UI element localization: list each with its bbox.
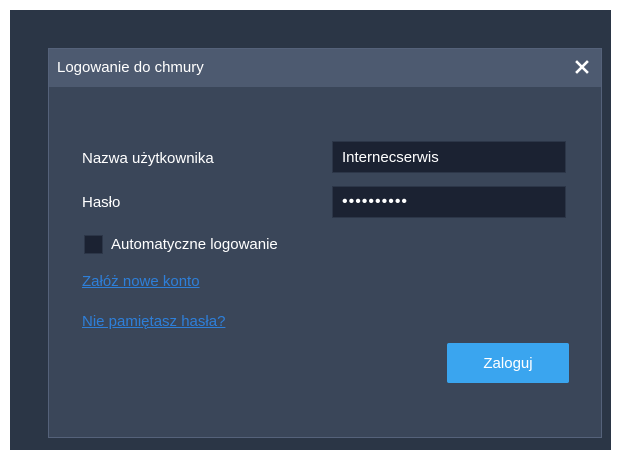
auto-login-checkbox[interactable] xyxy=(84,235,103,254)
password-label: Hasło xyxy=(82,194,121,211)
dialog-titlebar: Logowanie do chmury xyxy=(49,49,601,87)
login-button[interactable]: Zaloguj xyxy=(447,343,569,383)
app-backdrop: Logowanie do chmury Nazwa użytkownika Ha… xyxy=(10,10,611,450)
close-icon xyxy=(575,60,589,74)
create-account-link[interactable]: Załóż nowe konto xyxy=(82,273,200,290)
login-dialog: Logowanie do chmury Nazwa użytkownika Ha… xyxy=(48,48,602,438)
dialog-title: Logowanie do chmury xyxy=(57,59,204,76)
close-button[interactable] xyxy=(569,53,595,81)
auto-login-label[interactable]: Automatyczne logowanie xyxy=(111,236,278,253)
username-label: Nazwa użytkownika xyxy=(82,150,214,167)
password-input[interactable] xyxy=(332,186,566,218)
forgot-password-link[interactable]: Nie pamiętasz hasła? xyxy=(82,313,225,330)
username-input[interactable] xyxy=(332,141,566,173)
